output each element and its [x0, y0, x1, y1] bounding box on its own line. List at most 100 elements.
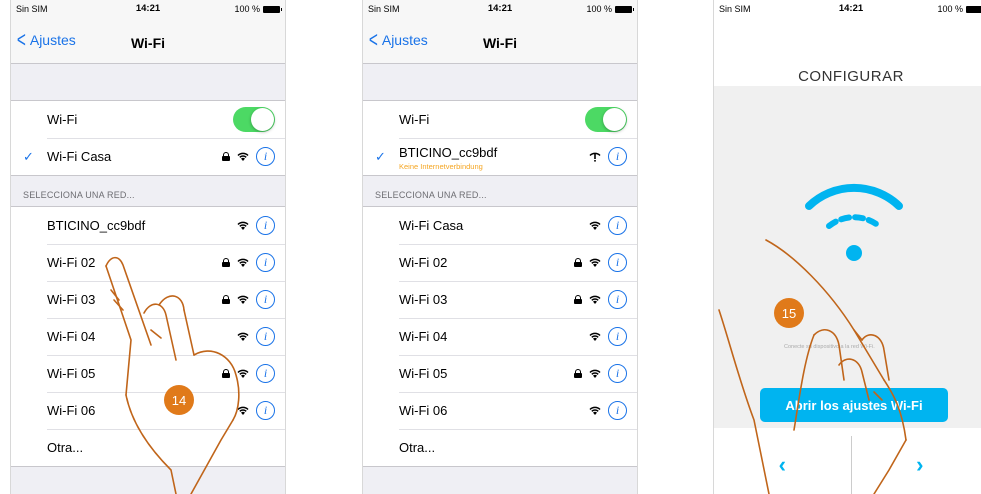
page-title: Wi-Fi: [482, 35, 518, 51]
network-row[interactable]: Wi-Fi 06 i: [11, 392, 285, 429]
wifi-signal-icon: [237, 295, 249, 304]
info-icon[interactable]: i: [256, 327, 275, 346]
battery-icon: [263, 5, 282, 13]
lock-icon: [222, 295, 230, 304]
section-header: SELECCIONA UNA RED...: [375, 190, 487, 200]
wifi-signal-icon: [237, 221, 249, 230]
wifi-signal-icon: [589, 258, 601, 267]
wifi-signal-icon: [237, 258, 249, 267]
phone-screen-configure: Sin SIM 14:21 100 % CONFIGURAR Conecte s…: [713, 0, 981, 494]
battery-label: 100 %: [586, 4, 612, 14]
network-row[interactable]: Wi-Fi 04 i: [363, 318, 637, 355]
network-list: Wi-Fi Casa i Wi-Fi 02 i Wi-Fi 03 i Wi-Fi 04 i Wi…: [363, 206, 637, 467]
network-name: Wi-Fi 05: [399, 366, 448, 381]
info-icon[interactable]: i: [256, 290, 275, 309]
info-icon[interactable]: i: [608, 253, 627, 272]
battery-indicator: 100 %: [937, 4, 981, 14]
network-row[interactable]: Wi-Fi 03 i: [11, 281, 285, 318]
checkmark-icon: ✓: [23, 148, 34, 164]
battery-label: 100 %: [937, 4, 963, 14]
network-row[interactable]: Wi-Fi 05 i: [363, 355, 637, 392]
battery-icon: [966, 5, 981, 13]
page-title: Wi-Fi: [130, 35, 166, 51]
info-icon[interactable]: i: [608, 147, 627, 166]
connected-network-row[interactable]: ✓ Wi-Fi Casa i: [11, 138, 285, 175]
network-row[interactable]: Wi-Fi 06 i: [363, 392, 637, 429]
wifi-large-icon: [805, 183, 903, 261]
network-name: BTICINO_cc9bdf: [47, 218, 146, 233]
step-badge: 15: [774, 298, 804, 328]
wifi-signal-icon: [237, 369, 249, 378]
network-name: Wi-Fi 04: [399, 329, 448, 344]
checkmark-icon: ✓: [375, 148, 386, 164]
network-row[interactable]: Wi-Fi 04 i: [11, 318, 285, 355]
wifi-signal-icon: [589, 221, 601, 230]
step-badge: 14: [164, 385, 194, 415]
info-icon[interactable]: i: [256, 253, 275, 272]
wifi-signal-icon: [589, 369, 601, 378]
wifi-toggle[interactable]: [585, 107, 627, 132]
wifi-signal-icon: [589, 406, 601, 415]
network-row[interactable]: Otra...: [11, 429, 285, 466]
connected-network-row[interactable]: ✓ BTICINO_cc9bdf Keine Internetverbindun…: [363, 138, 637, 175]
network-name: Wi-Fi 02: [47, 255, 96, 270]
status-bar: Sin SIM 14:21 100 %: [11, 0, 285, 18]
lock-icon: [574, 369, 582, 378]
wifi-group: Wi-Fi ✓ BTICINO_cc9bdf Keine Internetver…: [363, 100, 637, 176]
network-name: Otra...: [399, 440, 436, 455]
network-name: Otra...: [47, 440, 84, 455]
network-row[interactable]: BTICINO_cc9bdf i: [11, 207, 285, 244]
nav-bar: < Ajustes Wi-Fi: [11, 18, 285, 64]
battery-indicator: 100 %: [586, 4, 634, 14]
network-row[interactable]: Wi-Fi 02 i: [11, 244, 285, 281]
network-list: BTICINO_cc9bdf i Wi-Fi 02 i Wi-Fi 03 i Wi-Fi 0…: [11, 206, 285, 467]
wifi-toggle[interactable]: [233, 107, 275, 132]
configure-body: Conecte su dispositivo a la red Wi-Fi. A…: [714, 86, 981, 428]
page-title: CONFIGURAR: [798, 68, 904, 85]
info-icon[interactable]: i: [608, 401, 627, 420]
info-icon[interactable]: i: [608, 327, 627, 346]
lock-icon: [222, 152, 230, 161]
next-button[interactable]: ›: [850, 436, 981, 494]
wifi-group: Wi-Fi ✓ Wi-Fi Casa i: [11, 100, 285, 176]
network-name: Wi-Fi 02: [399, 255, 448, 270]
info-icon[interactable]: i: [608, 290, 627, 309]
wifi-signal-icon: [237, 152, 249, 161]
footer-nav: ‹ ›: [714, 436, 981, 494]
network-name: Wi-Fi 06: [399, 403, 448, 418]
connected-network-name: Wi-Fi Casa: [47, 149, 112, 164]
wifi-signal-icon: [589, 295, 601, 304]
info-icon[interactable]: i: [256, 216, 275, 235]
phone-screen-wifi-settings: Sin SIM 14:21 100 % < Ajustes Wi-Fi Wi-Fi…: [10, 0, 286, 494]
info-icon[interactable]: i: [256, 364, 275, 383]
phone-screen-wifi-connected: Sin SIM 14:21 100 % < Ajustes Wi-Fi Wi-Fi…: [362, 0, 638, 494]
open-wifi-settings-button[interactable]: Abrir los ajustes Wi-Fi: [760, 388, 948, 422]
battery-icon: [615, 5, 634, 13]
status-bar: Sin SIM 14:21 100 %: [714, 0, 981, 18]
info-icon[interactable]: i: [256, 147, 275, 166]
hint-text: Conecte su dispositivo a la red Wi-Fi.: [784, 344, 875, 350]
wifi-signal-icon: [237, 332, 249, 341]
status-bar: Sin SIM 14:21 100 %: [363, 0, 637, 18]
wifi-signal-icon: [589, 332, 601, 341]
wifi-signal-icon: [237, 406, 249, 415]
network-name: Wi-Fi Casa: [399, 218, 464, 233]
wifi-toggle-row: Wi-Fi: [363, 101, 637, 138]
section-header: SELECCIONA UNA RED...: [23, 190, 135, 200]
network-row[interactable]: Wi-Fi 03 i: [363, 281, 637, 318]
lock-icon: [574, 258, 582, 267]
no-internet-warning: Keine Internetverbindung: [399, 162, 483, 171]
info-icon[interactable]: i: [608, 216, 627, 235]
info-icon[interactable]: i: [256, 401, 275, 420]
network-row[interactable]: Wi-Fi 05 i: [11, 355, 285, 392]
wifi-label: Wi-Fi: [399, 112, 430, 127]
network-name: Wi-Fi 04: [47, 329, 96, 344]
info-icon[interactable]: i: [608, 364, 627, 383]
network-name: Wi-Fi 03: [47, 292, 96, 307]
prev-button[interactable]: ‹: [714, 436, 851, 494]
network-row[interactable]: Wi-Fi Casa i: [363, 207, 637, 244]
connected-network-name: BTICINO_cc9bdf: [399, 145, 498, 160]
network-row[interactable]: Otra...: [363, 429, 637, 466]
wifi-toggle-row: Wi-Fi: [11, 101, 285, 138]
network-row[interactable]: Wi-Fi 02 i: [363, 244, 637, 281]
